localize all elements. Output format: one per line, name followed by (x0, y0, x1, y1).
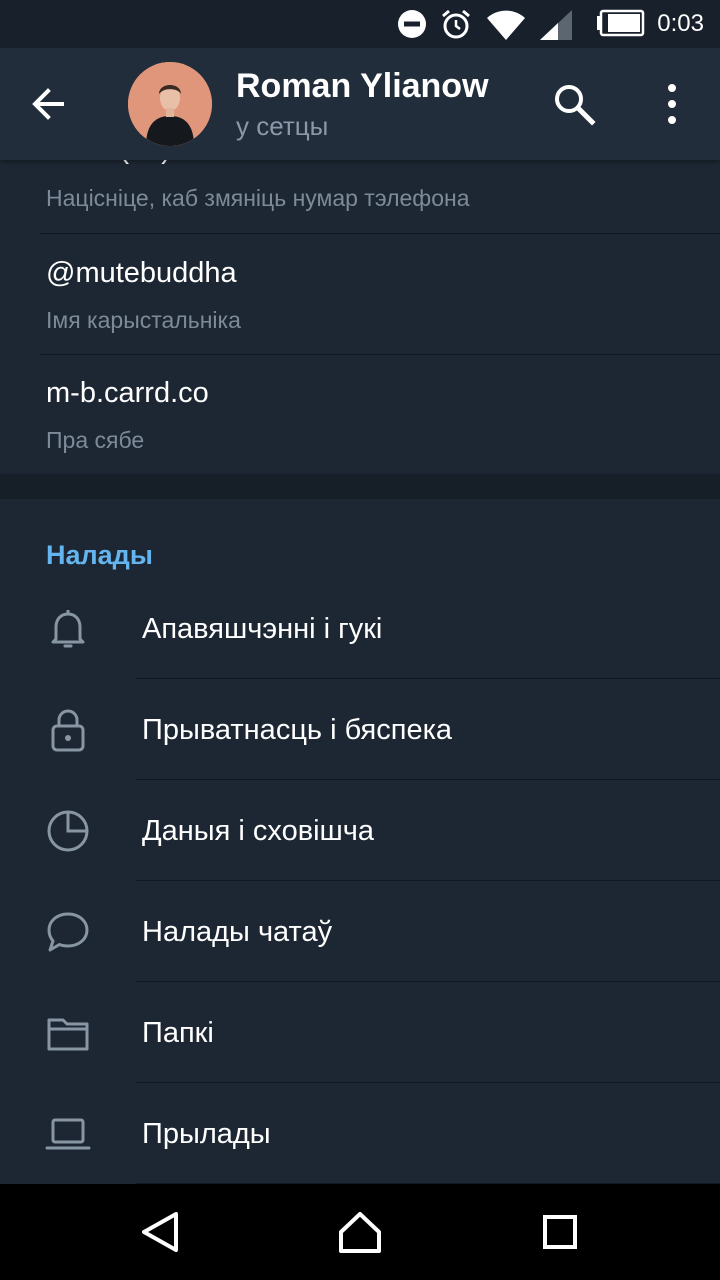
battery-icon (597, 9, 645, 37)
back-button[interactable] (24, 80, 88, 128)
menu-item-data-storage[interactable]: Даныя і сховішча (0, 781, 720, 881)
wifi-icon (487, 10, 525, 40)
clock-pie-icon (47, 810, 89, 852)
menu-item-chat-settings[interactable]: Налады чатаў (0, 882, 720, 982)
more-options-button[interactable] (650, 78, 694, 130)
menu-item-label: Прыватнасць і бяспека (142, 714, 453, 746)
nav-home-button[interactable] (332, 1204, 388, 1260)
username-label: Імя карыстальніка (46, 307, 241, 333)
status-time: 0:03 (657, 10, 704, 37)
search-button[interactable] (548, 78, 604, 130)
avatar[interactable] (128, 62, 212, 146)
username-row[interactable]: @mutebuddha Імя карыстальніка (0, 234, 720, 354)
screen: 0:03 Roman Ylianow у сетцы Націсніце, ка… (0, 0, 720, 1280)
phone-hint: Націсніце, каб змяніць нумар тэлефона (46, 185, 470, 211)
settings-section: Налады Апавяшчэнні і гукі Прыватнасць і … (0, 499, 720, 1185)
system-nav-bar (0, 1184, 720, 1280)
menu-item-label: Налады чатаў (142, 916, 333, 948)
bio-label: Пра сябе (46, 427, 145, 453)
menu-item-label: Прылады (142, 1118, 271, 1150)
folder-icon (47, 1018, 89, 1051)
menu-item-folders[interactable]: Папкі (0, 983, 720, 1083)
divider (136, 1082, 720, 1083)
username-value: @mutebuddha (46, 257, 237, 289)
menu-item-notifications[interactable]: Апавяшчэнні і гукі (0, 579, 720, 679)
menu-item-label: Даныя і сховішча (142, 815, 375, 847)
divider (136, 678, 720, 679)
nav-back-button[interactable] (132, 1204, 188, 1260)
nav-recents-button[interactable] (532, 1204, 588, 1260)
signal-icon (540, 10, 572, 40)
divider (136, 981, 720, 982)
alarm-icon (442, 9, 470, 39)
more-vertical-icon (668, 84, 676, 124)
profile-status: у сетцы (236, 111, 329, 141)
settings-header: Налады (46, 540, 153, 570)
menu-item-devices[interactable]: Прылады (0, 1084, 720, 1184)
profile-header: Roman Ylianow у сетцы (0, 48, 720, 160)
status-bar: 0:03 (0, 0, 720, 48)
menu-item-privacy[interactable]: Прыватнасць і бяспека (0, 680, 720, 780)
divider (136, 880, 720, 881)
profile-info-section: +375 (29) 555-45-76 Націсніце, каб змяні… (0, 133, 720, 474)
arrow-back-icon (32, 88, 64, 120)
chat-bubble-icon (47, 912, 89, 952)
avatar-image (128, 62, 212, 146)
bell-icon (51, 610, 85, 648)
menu-item-label: Папкі (142, 1017, 214, 1049)
do-not-disturb-icon (398, 10, 426, 38)
divider (136, 779, 720, 780)
bio-value: m-b.carrd.co (46, 377, 209, 409)
profile-name: Roman Ylianow (236, 67, 489, 105)
bio-row[interactable]: m-b.carrd.co Пра сябе (0, 355, 720, 474)
section-gap (0, 474, 720, 499)
triangle-back-icon (142, 1212, 178, 1252)
laptop-icon (45, 1118, 91, 1150)
search-icon (555, 85, 596, 126)
menu-item-label: Апавяшчэнні і гукі (142, 613, 383, 645)
square-recents-icon (543, 1215, 577, 1249)
lock-icon (51, 709, 85, 752)
home-icon (339, 1212, 381, 1253)
